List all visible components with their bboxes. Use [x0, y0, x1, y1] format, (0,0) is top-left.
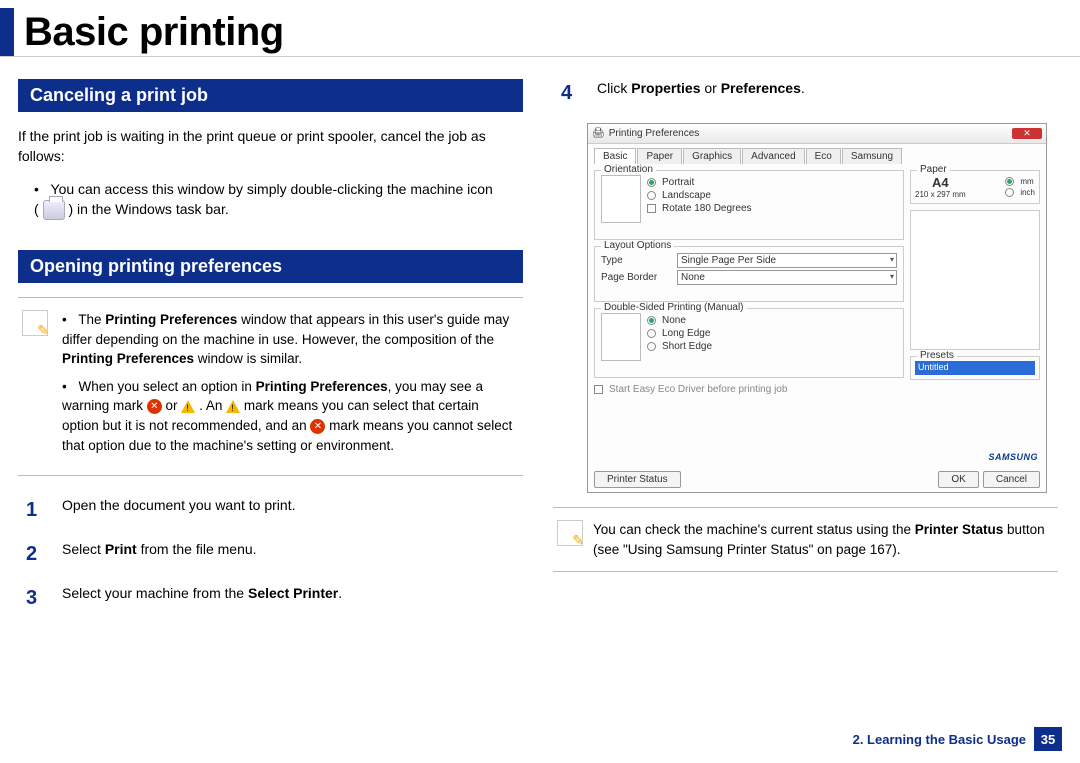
step-num-4: 4	[561, 79, 581, 107]
radio-inch[interactable]: inch	[1005, 188, 1035, 197]
samsung-logo: SAMSUNG	[988, 452, 1038, 462]
cancel-bullet: You can access this window by simply dou…	[34, 179, 523, 221]
warn-icon	[181, 400, 195, 413]
printer-icon	[43, 200, 65, 220]
step-4: 4 Click Properties or Preferences.	[561, 79, 1058, 107]
tab-basic[interactable]: Basic	[594, 148, 636, 164]
check-rotate180[interactable]: Rotate 180 Degrees	[647, 203, 752, 214]
duplex-thumb	[601, 313, 641, 361]
page-preview	[910, 210, 1040, 350]
layout-group: Layout Options TypeSingle Page Per Side …	[594, 246, 904, 302]
note-icon	[557, 520, 583, 546]
presets-group: Presets Untitled	[910, 356, 1040, 380]
x-icon: ✕	[147, 399, 162, 414]
radio-duplex-long[interactable]: Long Edge	[647, 328, 712, 339]
select-page-border[interactable]: None	[677, 270, 897, 285]
title-accent-block	[0, 8, 14, 56]
tab-eco[interactable]: Eco	[806, 148, 841, 164]
duplex-group: Double-Sided Printing (Manual) None Long…	[594, 308, 904, 378]
tab-advanced[interactable]: Advanced	[742, 148, 804, 164]
step2-text: Select Print from the file menu.	[62, 540, 257, 568]
ok-button[interactable]: OK	[938, 471, 978, 488]
page-title-bar: Basic printing	[0, 0, 1080, 57]
left-column: Canceling a print job If the print job i…	[18, 79, 523, 628]
step4-text: Click Properties or Preferences.	[597, 79, 805, 107]
cancel-bullet-pre: You can access this window by simply dou…	[51, 181, 493, 197]
orientation-thumb	[601, 175, 641, 223]
dialog-title: Printing Preferences	[609, 128, 700, 139]
dialog-titlebar: 🖨 Printing Preferences ✕	[588, 124, 1046, 144]
note-icon	[22, 310, 48, 336]
warn-icon	[226, 400, 240, 413]
page-number: 35	[1034, 727, 1062, 751]
orientation-group: Orientation Portrait Landscape Rotate 18…	[594, 170, 904, 240]
select-layout-type[interactable]: Single Page Per Side	[677, 253, 897, 268]
tab-graphics[interactable]: Graphics	[683, 148, 741, 164]
radio-portrait[interactable]: Portrait	[647, 177, 752, 188]
note1-li1: The Printing Preferences window that app…	[62, 310, 519, 369]
dialog-tabs: Basic Paper Graphics Advanced Eco Samsun…	[594, 148, 1040, 164]
radio-duplex-short[interactable]: Short Edge	[647, 341, 712, 352]
tab-paper[interactable]: Paper	[637, 148, 682, 164]
step-num-1: 1	[26, 496, 46, 524]
cancel-intro: If the print job is waiting in the print…	[18, 126, 523, 167]
printer-status-button[interactable]: Printer Status	[594, 471, 681, 488]
check-easy-eco[interactable]: Start Easy Eco Driver before printing jo…	[594, 384, 904, 395]
step1-text: Open the document you want to print.	[62, 496, 295, 524]
step-3: 3 Select your machine from the Select Pr…	[26, 584, 523, 612]
step-2: 2 Select Print from the file menu.	[26, 540, 523, 568]
paper-info: Paper A4 210 x 297 mm mm inch	[910, 170, 1040, 204]
note-box-2: You can check the machine's current stat…	[553, 507, 1058, 572]
note-box-1: The Printing Preferences window that app…	[18, 297, 523, 476]
section-header-prefs: Opening printing preferences	[18, 250, 523, 283]
printing-preferences-dialog: 🖨 Printing Preferences ✕ Basic Paper Gra…	[587, 123, 1047, 493]
right-column: 4 Click Properties or Preferences. 🖨 Pri…	[553, 79, 1058, 628]
x-icon: ✕	[310, 419, 325, 434]
step3-text: Select your machine from the Select Prin…	[62, 584, 342, 612]
cancel-bullet-post: ) in the Windows task bar.	[68, 201, 228, 217]
tab-samsung[interactable]: Samsung	[842, 148, 902, 164]
select-preset[interactable]: Untitled	[915, 361, 1035, 375]
step-1: 1 Open the document you want to print.	[26, 496, 523, 524]
page-footer: 2. Learning the Basic Usage 35	[853, 727, 1062, 751]
note2-text: You can check the machine's current stat…	[593, 520, 1054, 559]
printer-icon: 🖨	[592, 128, 605, 139]
step-num-2: 2	[26, 540, 46, 568]
note1-li2: When you select an option in Printing Pr…	[62, 377, 519, 455]
radio-duplex-none[interactable]: None	[647, 315, 712, 326]
close-icon[interactable]: ✕	[1012, 128, 1042, 139]
step-num-3: 3	[26, 584, 46, 612]
radio-mm[interactable]: mm	[1005, 177, 1035, 186]
cancel-button[interactable]: Cancel	[983, 471, 1040, 488]
page-title: Basic printing	[24, 10, 284, 55]
radio-landscape[interactable]: Landscape	[647, 190, 752, 201]
section-header-cancel: Canceling a print job	[18, 79, 523, 112]
chapter-label: 2. Learning the Basic Usage	[853, 732, 1026, 747]
